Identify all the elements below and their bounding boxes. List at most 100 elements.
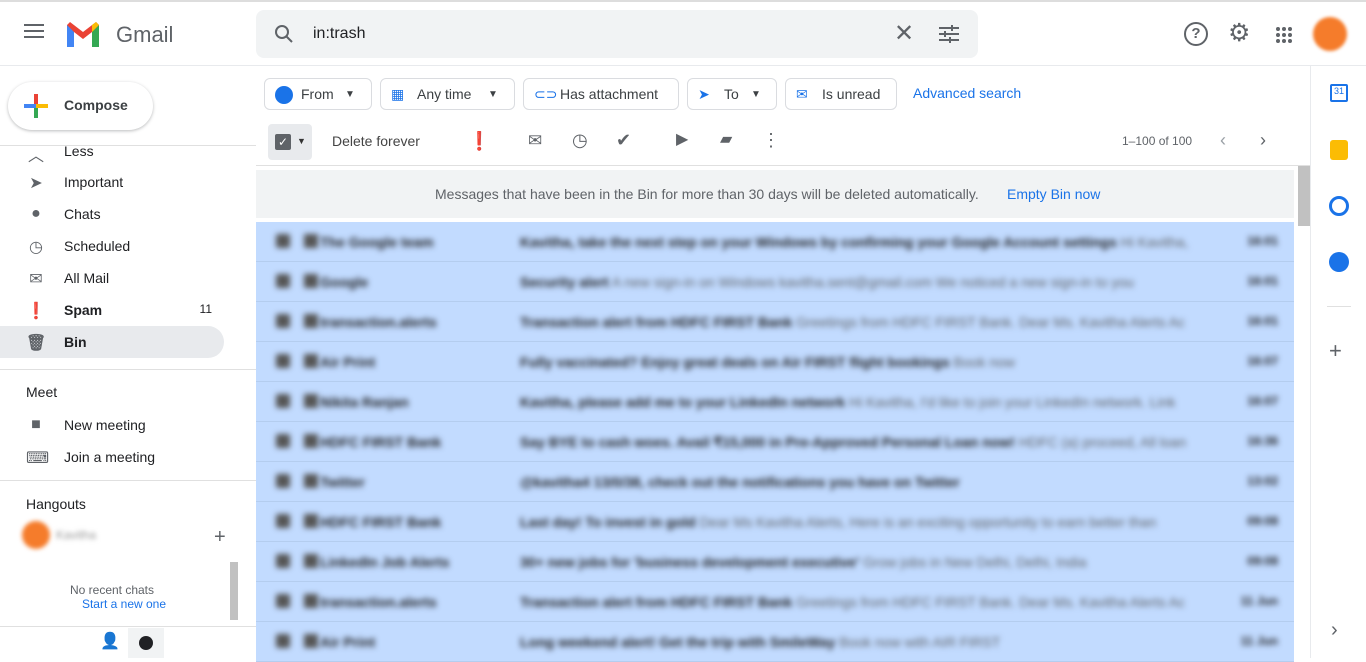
hangouts-user-name[interactable]: Kavitha (56, 528, 96, 542)
show-side-panel-icon[interactable]: › (1331, 620, 1338, 640)
search-bar[interactable]: in:trash ✕ (256, 10, 978, 58)
hangouts-heading: Hangouts (26, 496, 86, 512)
chevron-up-icon: ︿ (27, 148, 44, 165)
row-checkbox[interactable] (276, 394, 290, 408)
compose-button[interactable]: Compose (8, 82, 153, 130)
star-icon[interactable] (304, 554, 318, 568)
email-row[interactable]: HDFC FIRST Bank Last day! To invest in g… (256, 502, 1294, 542)
star-icon[interactable] (304, 434, 318, 448)
calendar-app-icon[interactable]: 31 (1330, 84, 1348, 102)
filter-from[interactable]: From ▼ (264, 78, 372, 110)
get-addons-plus-icon[interactable]: + (1329, 340, 1342, 362)
new-chat-plus-icon[interactable]: + (214, 527, 226, 547)
email-row[interactable]: Nikita Ranjan Kavitha, please add me to … (256, 382, 1294, 422)
star-icon[interactable] (304, 274, 318, 288)
empty-bin-link[interactable]: Empty Bin now (1007, 186, 1100, 202)
label: Any time (417, 86, 472, 102)
delete-forever-button[interactable]: Delete forever (332, 133, 420, 149)
row-checkbox[interactable] (276, 274, 290, 288)
search-input[interactable]: in:trash (313, 25, 365, 43)
join-meeting-item[interactable]: ⌨ Join a meeting (0, 441, 224, 473)
row-checkbox[interactable] (276, 434, 290, 448)
filter-any-time[interactable]: ▦ Any time ▼ (380, 78, 515, 110)
email-row[interactable]: transaction.alerts Transaction alert fro… (256, 582, 1294, 622)
email-row[interactable]: Google Security alert A new sign-in on W… (256, 262, 1294, 302)
new-meeting-item[interactable]: ■ New meeting (0, 409, 224, 441)
select-all-checkbox[interactable]: ✓ ▼ (268, 124, 312, 160)
row-checkbox[interactable] (276, 634, 290, 648)
add-to-tasks-icon[interactable]: ✔ (616, 131, 631, 149)
main-menu-icon[interactable] (24, 24, 44, 42)
star-icon[interactable] (304, 394, 318, 408)
label: Is unread (822, 86, 881, 102)
main-scrollbar[interactable] (1298, 166, 1310, 226)
keep-app-icon[interactable] (1330, 140, 1348, 160)
sidebar-item-bin[interactable]: 🗑 Bin (0, 326, 224, 358)
email-row[interactable]: Air Print Fully vaccinated? Enjoy great … (256, 342, 1294, 382)
sidebar-item-all-mail[interactable]: ✉ All Mail (0, 262, 224, 294)
previous-page-icon[interactable]: ‹ (1220, 131, 1226, 149)
contacts-app-icon[interactable] (1329, 252, 1349, 272)
snooze-clock-icon[interactable]: ◷ (572, 131, 588, 149)
sidebar-item-chats[interactable]: ● Chats (0, 198, 224, 230)
settings-gear-icon[interactable]: ⚙ (1228, 21, 1250, 46)
row-checkbox[interactable] (276, 594, 290, 608)
filter-to[interactable]: ➤ To ▼ (687, 78, 777, 110)
tasks-app-icon[interactable] (1329, 196, 1349, 216)
email-row[interactable]: Air Print Long weekend alert! Get the tr… (256, 622, 1294, 662)
hangouts-scrollbar[interactable] (230, 562, 238, 620)
sidebar-item-spam[interactable]: ❗ Spam 11 (0, 294, 224, 326)
row-checkbox[interactable] (276, 554, 290, 568)
row-checkbox[interactable] (276, 314, 290, 328)
gmail-logo-icon[interactable] (64, 19, 102, 49)
sidebar-item-scheduled[interactable]: ◷ Scheduled (0, 230, 224, 262)
email-row[interactable]: The Google team Kavitha, take the next s… (256, 222, 1294, 262)
row-checkbox[interactable] (276, 514, 290, 528)
email-sender: transaction.alerts (320, 314, 437, 330)
email-subject: 30+ new jobs for 'business development e… (520, 554, 860, 570)
hangouts-user-avatar[interactable] (22, 521, 50, 549)
star-icon[interactable] (304, 314, 318, 328)
email-snippet: Book now (953, 354, 1016, 370)
email-snippet: Hi Kavitha, (1120, 234, 1189, 250)
mark-read-icon[interactable]: ✉ (528, 132, 542, 149)
star-icon[interactable] (304, 514, 318, 528)
account-avatar[interactable] (1313, 17, 1347, 51)
email-row[interactable]: HDFC FIRST Bank Say BYE to cash woes. Av… (256, 422, 1294, 462)
advanced-search-link[interactable]: Advanced search (913, 85, 1021, 101)
email-row[interactable]: LinkedIn Job Alerts 30+ new jobs for 'bu… (256, 542, 1294, 582)
sidebar-item-less[interactable]: ︿ Less (0, 135, 224, 167)
next-page-icon[interactable]: › (1260, 131, 1266, 149)
move-to-icon[interactable]: ▶ (676, 132, 688, 148)
row-checkbox[interactable] (276, 474, 290, 488)
label-icon[interactable]: ▰ (720, 132, 732, 148)
row-checkbox[interactable] (276, 354, 290, 368)
filter-is-unread[interactable]: ✉ Is unread (785, 78, 897, 110)
email-snippet: Hi Kavitha, I'd like to join your Linked… (849, 394, 1176, 410)
star-icon[interactable] (304, 234, 318, 248)
search-options-icon[interactable] (938, 24, 960, 44)
star-icon[interactable] (304, 354, 318, 368)
email-row[interactable]: transaction.alerts Transaction alert fro… (256, 302, 1294, 342)
apps-grid-icon[interactable] (1275, 26, 1293, 44)
scheduled-icon: ◷ (29, 239, 43, 256)
star-icon[interactable] (304, 594, 318, 608)
sidebar-item-important[interactable]: ➤ Important (0, 166, 224, 198)
email-time: 11 Jun (1240, 594, 1278, 608)
contacts-person-icon[interactable]: 👤 (100, 634, 120, 650)
email-row[interactable]: Twitter @kavitha4 13/0/38, check out the… (256, 462, 1294, 502)
hangouts-tab[interactable] (128, 628, 164, 658)
label: Has attachment (560, 86, 659, 102)
email-time: 13:02 (1247, 474, 1278, 488)
star-icon[interactable] (304, 634, 318, 648)
more-options-icon[interactable]: ⋮ (762, 131, 780, 149)
label: Bin (64, 334, 87, 350)
filter-has-attachment[interactable]: ⊂⊃ Has attachment (523, 78, 679, 110)
start-new-chat-link[interactable]: Start a new one (0, 597, 248, 611)
report-spam-icon[interactable]: ❗ (468, 132, 490, 150)
search-icon[interactable] (274, 24, 294, 44)
row-checkbox[interactable] (276, 234, 290, 248)
clear-search-icon[interactable]: ✕ (894, 22, 914, 46)
help-icon[interactable]: ? (1184, 22, 1208, 46)
star-icon[interactable] (304, 474, 318, 488)
